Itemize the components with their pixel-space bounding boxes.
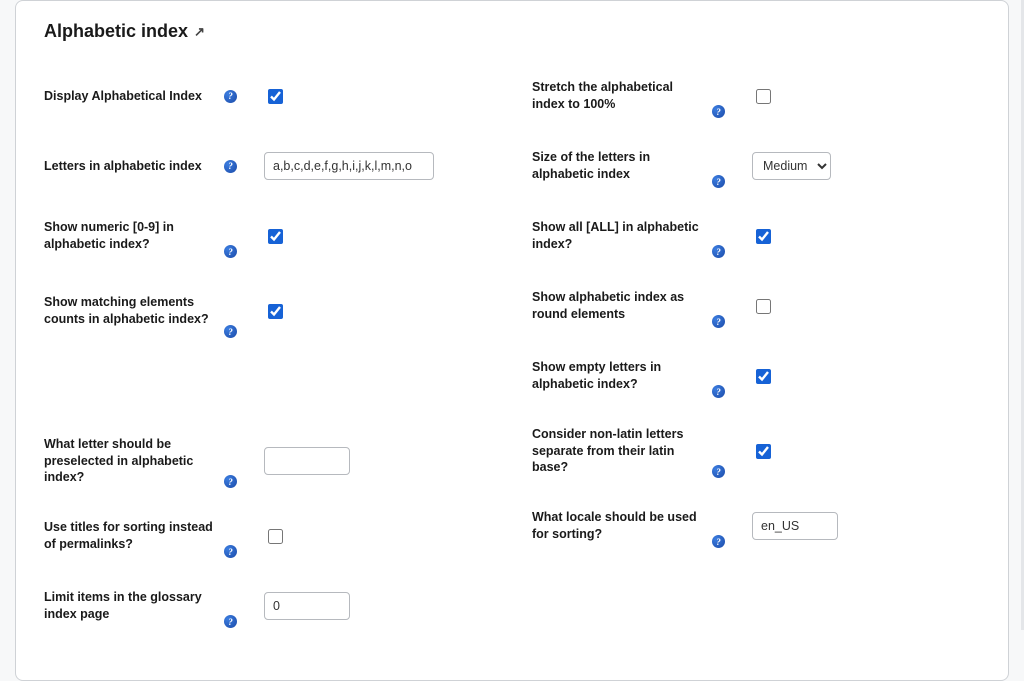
label-show-numeric: Show numeric [0-9] in alphabetic index? [44,219,214,253]
row-show-empty: Show empty letters in alphabetic index? … [532,350,980,402]
row-show-counts: Show matching elements counts in alphabe… [44,280,492,342]
row-locale: What locale should be used for sorting? … [532,500,980,552]
input-letters[interactable] [264,152,434,180]
input-preselected[interactable] [264,447,350,475]
help-icon[interactable]: ? [224,615,237,628]
row-letters: Letters in alphabetic index ? [44,140,492,192]
help-icon[interactable]: ? [224,545,237,558]
input-locale[interactable] [752,512,838,540]
label-show-all: Show all [ALL] in alphabetic index? [532,219,702,253]
label-letters: Letters in alphabetic index [44,158,214,175]
row-letter-size: Size of the letters in alphabetic index … [532,140,980,192]
checkbox-use-titles[interactable] [268,529,283,544]
help-icon[interactable]: ? [712,315,725,328]
help-icon[interactable]: ? [712,535,725,548]
help-icon[interactable]: ? [224,90,237,103]
panel-title-text: Alphabetic index [44,21,188,42]
label-show-empty: Show empty letters in alphabetic index? [532,359,702,393]
checkbox-display-index[interactable] [268,89,283,104]
row-stretch: Stretch the alphabetical index to 100% ? [532,70,980,122]
spacer [44,360,492,412]
help-icon[interactable]: ? [712,465,725,478]
label-preselected: What letter should be preselected in alp… [44,436,214,487]
label-show-counts: Show matching elements counts in alphabe… [44,294,214,328]
row-nonlatin: Consider non-latin letters separate from… [532,420,980,482]
help-icon[interactable]: ? [224,245,237,258]
help-icon[interactable]: ? [224,325,237,338]
help-icon[interactable]: ? [712,105,725,118]
settings-left-column: Display Alphabetical Index ? Letters in … [44,70,492,650]
help-icon[interactable]: ? [712,175,725,188]
label-round: Show alphabetic index as round elements [532,289,702,323]
checkbox-stretch[interactable] [756,89,771,104]
label-letter-size: Size of the letters in alphabetic index [532,149,702,183]
checkbox-show-numeric[interactable] [268,229,283,244]
label-locale: What locale should be used for sorting? [532,509,702,543]
row-preselected: What letter should be preselected in alp… [44,430,492,492]
checkbox-show-counts[interactable] [268,304,283,319]
help-icon[interactable]: ? [224,475,237,488]
row-show-numeric: Show numeric [0-9] in alphabetic index? … [44,210,492,262]
label-use-titles: Use titles for sorting instead of permal… [44,519,214,553]
label-stretch: Stretch the alphabetical index to 100% [532,79,702,113]
label-limit-items: Limit items in the glossary index page [44,589,214,623]
checkbox-round[interactable] [756,299,771,314]
label-display-index: Display Alphabetical Index [44,88,214,105]
help-icon[interactable]: ? [224,160,237,173]
external-link-icon[interactable]: ↗ [194,24,205,40]
input-limit-items[interactable] [264,592,350,620]
row-round: Show alphabetic index as round elements … [532,280,980,332]
row-use-titles: Use titles for sorting instead of permal… [44,510,492,562]
help-icon[interactable]: ? [712,245,725,258]
label-nonlatin: Consider non-latin letters separate from… [532,426,702,477]
panel-title: Alphabetic index ↗ [44,21,980,42]
help-icon[interactable]: ? [712,385,725,398]
row-limit-items: Limit items in the glossary index page ? [44,580,492,632]
settings-right-column: Stretch the alphabetical index to 100% ?… [532,70,980,650]
checkbox-show-all[interactable] [756,229,771,244]
checkbox-show-empty[interactable] [756,369,771,384]
row-display-index: Display Alphabetical Index ? [44,70,492,122]
alphabetic-index-panel: Alphabetic index ↗ Display Alphabetical … [15,0,1009,681]
row-show-all: Show all [ALL] in alphabetic index? ? [532,210,980,262]
select-letter-size[interactable]: SmallMediumLarge [752,152,831,180]
checkbox-nonlatin[interactable] [756,444,771,459]
